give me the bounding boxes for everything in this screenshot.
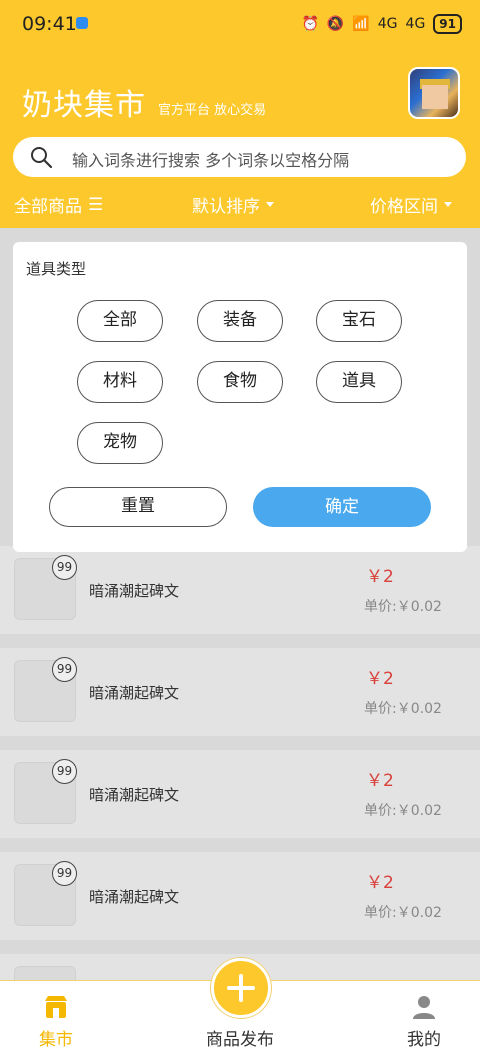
filter-sort[interactable]: 默认排序	[192, 192, 274, 217]
item-count-badge: 99	[52, 759, 77, 784]
network-4g-2: 4G	[405, 16, 426, 32]
filter-sort-label: 默认排序	[192, 197, 260, 217]
item-count-badge: 99	[52, 861, 77, 886]
wifi-icon: 📶	[352, 16, 370, 32]
filter-price-range[interactable]: 价格区间	[370, 192, 452, 217]
item-name: 暗涌潮起碑文	[89, 582, 180, 600]
app-title: 奶块集市	[22, 88, 146, 123]
search-placeholder: 输入词条进行搜索 多个词条以空格分隔	[72, 151, 350, 170]
chip-gem[interactable]: 宝石	[316, 300, 402, 342]
plus-icon-vertical	[239, 974, 243, 1002]
avatar-face	[422, 85, 448, 109]
caret-down-icon	[444, 202, 452, 207]
item-name: 暗涌潮起碑文	[89, 684, 180, 702]
item-unit-price: 单价:￥0.02	[364, 803, 442, 819]
tab-publish-label: 商品发布	[206, 1030, 274, 1050]
chip-food[interactable]: 食物	[197, 361, 283, 403]
menu-list-icon: ☰	[88, 194, 104, 215]
item-unit-price: 单价:￥0.02	[364, 599, 442, 615]
tab-publish[interactable]: 商品发布	[190, 1025, 290, 1050]
filter-all-label: 全部商品	[14, 197, 82, 217]
item-name: 暗涌潮起碑文	[89, 888, 180, 906]
list-item[interactable]: 99 暗涌潮起碑文 ￥2 单价:￥0.02	[0, 852, 480, 940]
tab-market[interactable]: 集市	[20, 993, 92, 1050]
status-icons: ⏰ 🔕 📶 4G 4G 91	[301, 14, 462, 34]
alarm-icon: ⏰	[301, 16, 319, 32]
item-name: 暗涌潮起碑文	[89, 786, 180, 804]
item-price: ￥2	[366, 873, 394, 893]
filter-panel-title: 道具类型	[26, 260, 87, 278]
chip-props[interactable]: 道具	[316, 361, 402, 403]
filter-all-goods[interactable]: 全部商品 ☰	[14, 192, 104, 218]
app-subtitle: 官方平台 放心交易	[158, 103, 267, 118]
publish-plus-button[interactable]	[211, 958, 271, 1018]
item-count-badge: 99	[52, 657, 77, 682]
mute-icon: 🔕	[326, 16, 345, 32]
reset-button[interactable]: 重置	[49, 487, 227, 527]
chip-pet[interactable]: 宠物	[77, 422, 163, 464]
chip-equipment[interactable]: 装备	[197, 300, 283, 342]
network-4g-1: 4G	[377, 16, 398, 32]
tab-market-label: 集市	[39, 1030, 73, 1050]
chip-all[interactable]: 全部	[77, 300, 163, 342]
list-item[interactable]: 99 暗涌潮起碑文 ￥2 单价:￥0.02	[0, 750, 480, 838]
confirm-button[interactable]: 确定	[253, 487, 431, 527]
item-unit-price: 单价:￥0.02	[364, 905, 442, 921]
tab-mine[interactable]: 我的	[388, 993, 460, 1050]
header: 09:41 ⏰ 🔕 📶 4G 4G 91 奶块集市 官方平台 放心交易 输入词条…	[0, 0, 480, 228]
search-input[interactable]: 输入词条进行搜索 多个词条以空格分隔	[13, 137, 466, 177]
battery-icon: 91	[433, 14, 462, 34]
user-avatar[interactable]	[408, 67, 460, 119]
item-price: ￥2	[366, 669, 394, 689]
shop-icon	[45, 996, 67, 1018]
list-item[interactable]: 99 暗涌潮起碑文 ￥2 单价:￥0.02	[0, 648, 480, 736]
message-notification-icon	[76, 17, 88, 29]
user-icon	[413, 996, 435, 1019]
status-time: 09:41	[22, 13, 77, 35]
search-icon	[31, 147, 53, 169]
chip-material[interactable]: 材料	[77, 361, 163, 403]
status-bar: 09:41 ⏰ 🔕 📶 4G 4G 91	[0, 0, 480, 48]
item-price: ￥2	[366, 567, 394, 587]
item-type-filter-panel: 道具类型 全部 装备 宝石 材料 食物 道具 宠物 重置 确定	[13, 242, 467, 552]
caret-down-icon	[266, 202, 274, 207]
item-unit-price: 单价:￥0.02	[364, 701, 442, 717]
filter-price-label: 价格区间	[370, 197, 438, 217]
item-price: ￥2	[366, 771, 394, 791]
item-count-badge: 99	[52, 555, 77, 580]
tab-mine-label: 我的	[407, 1030, 441, 1050]
list-item[interactable]: 99 暗涌潮起碑文 ￥2 单价:￥0.02	[0, 546, 480, 634]
